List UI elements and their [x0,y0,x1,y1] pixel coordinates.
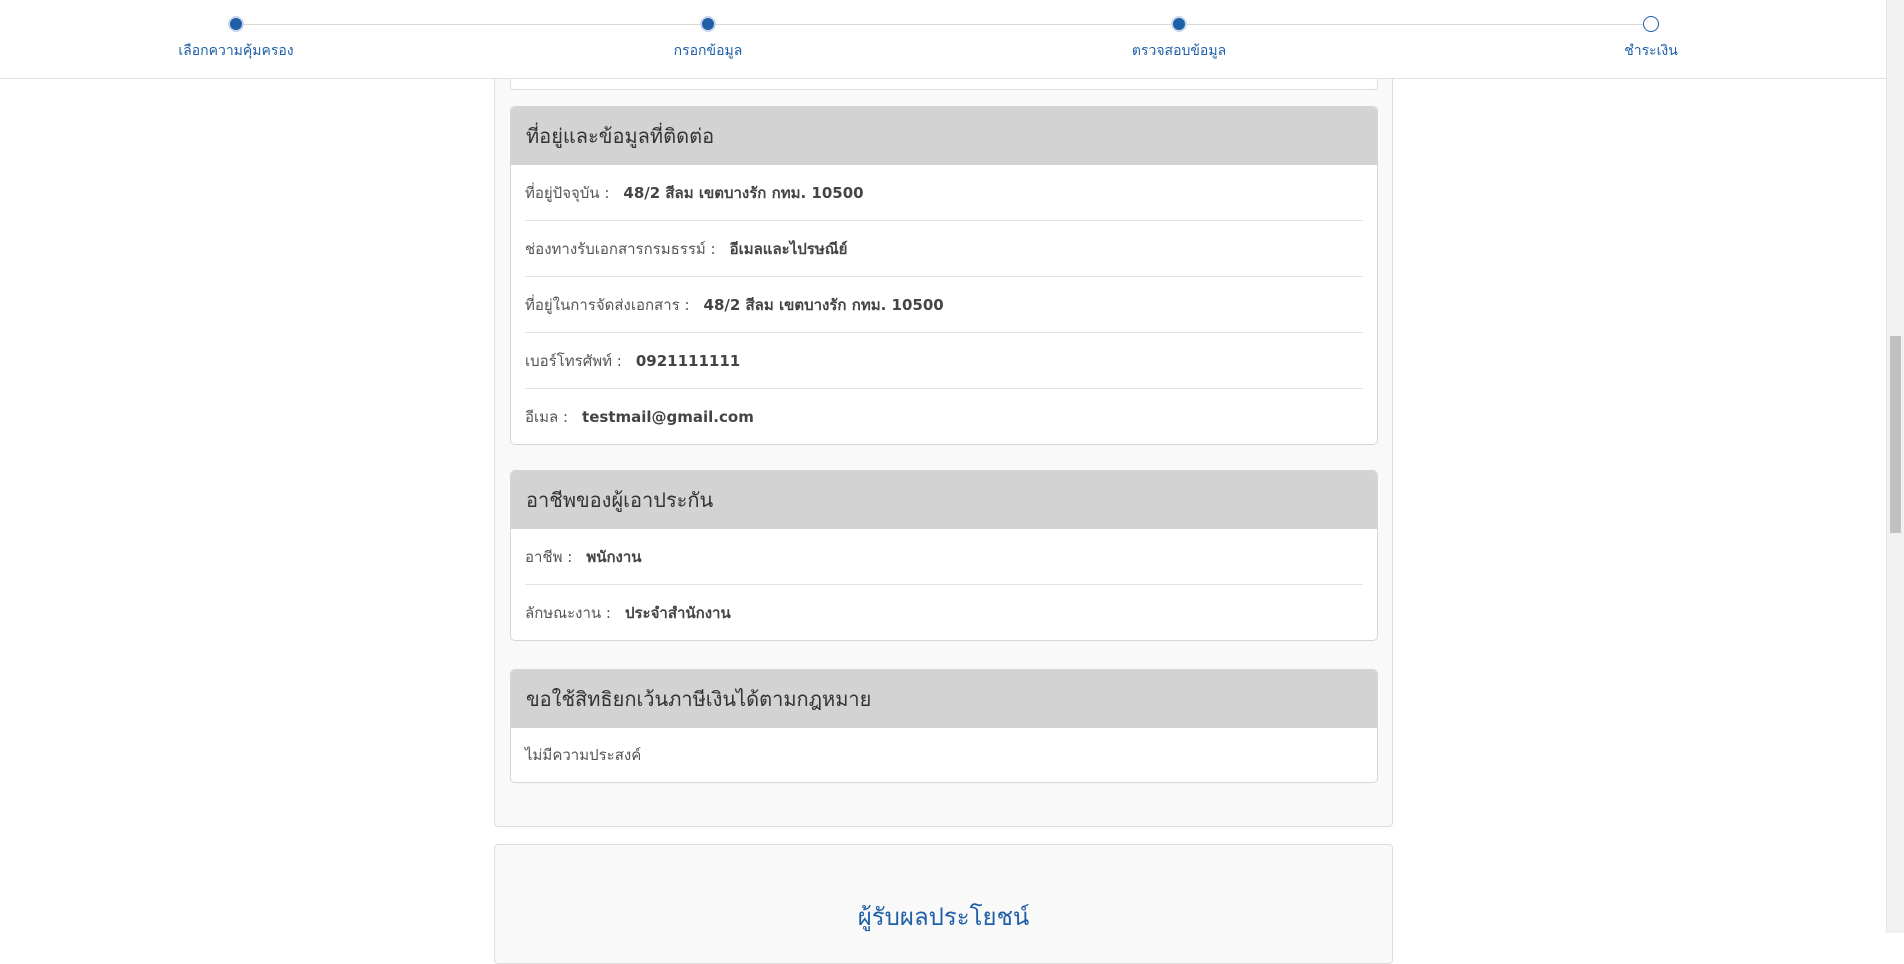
card-title: ขอใช้สิทธิยกเว้นภาษีเงินได้ตามกฎหมาย [511,670,1377,728]
step-label: ชำระเงิน [1624,43,1678,59]
field-label: เบอร์โทรศัพท์ : [525,351,622,370]
beneficiary-title: ผู้รับผลประโยชน์ [857,903,1030,931]
step-label: กรอกข้อมูล [673,43,743,59]
page-scrollbar[interactable] [1886,0,1904,933]
step-label: เลือกความคุ้มครอง [178,43,294,59]
address-contact-card: ที่อยู่และข้อมูลที่ติดต่อ ที่อยู่ปัจจุบั… [510,106,1378,445]
field-label: ลักษณะงาน : [525,603,611,622]
field-value: testmail@gmail.com [582,407,754,426]
field-label: ที่อยู่ปัจจุบัน : [525,183,610,202]
card-title: ที่อยู่และข้อมูลที่ติดต่อ [511,107,1377,165]
current-address-row: ที่อยู่ปัจจุบัน : 48/2 สีลม เขตบางรัก กท… [525,165,1363,221]
field-label: ช่องทางรับเอกสารกรมธรรม์ : [525,239,716,258]
occupation-row: อาชีพ : พนักงาน [525,529,1363,585]
field-value: พนักงาน [586,547,642,566]
field-value: 0921111111 [635,351,741,370]
step-current-dot-icon [1171,16,1187,32]
occupation-card: อาชีพของผู้เอาประกัน อาชีพ : พนักงาน ลัก… [510,470,1378,641]
field-value: อีเมลและไปรษณีย์ [729,239,848,258]
field-value: 48/2 สีลม เขตบางรัก กทม. 10500 [703,295,944,314]
field-label: อาชีพ : [525,547,573,566]
tax-exemption-value: ไม่มีความประสงค์ [525,746,642,764]
job-nature-row: ลักษณะงาน : ประจำสำนักงาน [525,585,1363,640]
field-value: 48/2 สีลม เขตบางรัก กทม. 10500 [623,183,864,202]
step-done-dot-icon [700,16,716,32]
document-channel-row: ช่องทางรับเอกสารกรมธรรม์ : อีเมลและไปรษณ… [525,221,1363,277]
progress-stepper: เลือกความคุ้มครอง กรอกข้อมูล ตรวจสอบข้อม… [0,0,1886,79]
phone-row: เบอร์โทรศัพท์ : 0921111111 [525,333,1363,389]
card-title: อาชีพของผู้เอาประกัน [511,471,1377,529]
delivery-address-row: ที่อยู่ในการจัดส่งเอกสาร : 48/2 สีลม เขต… [525,277,1363,333]
stepper-line [236,24,1651,25]
email-row: อีเมล : testmail@gmail.com [525,389,1363,444]
step-pending-dot-icon [1643,16,1659,32]
step-label: ตรวจสอบข้อมูล [1131,43,1227,59]
scrollbar-thumb[interactable] [1890,336,1901,533]
beneficiary-section: ผู้รับผลประโยชน์ [494,844,1393,964]
field-label: อีเมล : [525,407,569,426]
field-label: ที่อยู่ในการจัดส่งเอกสาร : [525,295,690,314]
tax-exemption-card: ขอใช้สิทธิยกเว้นภาษีเงินได้ตามกฎหมาย ไม่… [510,669,1378,783]
step-done-dot-icon [228,16,244,32]
field-value: ประจำสำนักงาน [624,603,731,622]
